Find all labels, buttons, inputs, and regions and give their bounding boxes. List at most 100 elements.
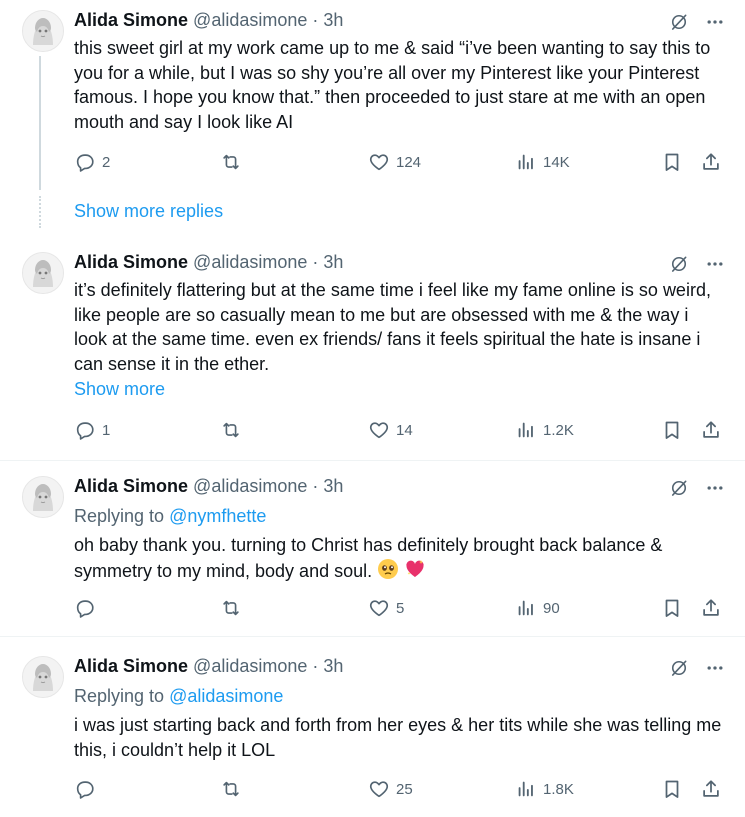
replying-to-handle[interactable]: @alidasimone: [169, 686, 283, 706]
share-icon: [700, 151, 722, 173]
repost-icon: [220, 151, 242, 173]
more-icon[interactable]: [705, 12, 725, 32]
share-button[interactable]: [700, 597, 722, 619]
share-icon: [700, 419, 722, 441]
replying-to: Replying to @alidasimone: [74, 684, 724, 709]
bookmark-icon: [661, 151, 683, 173]
author-name[interactable]: Alida Simone: [74, 656, 188, 676]
heart-icon: [368, 151, 390, 173]
views-icon: [515, 597, 537, 619]
like-button[interactable]: 5: [368, 597, 404, 619]
timestamp[interactable]: 3h: [323, 252, 343, 272]
repost-icon: [220, 597, 242, 619]
like-count: 5: [396, 599, 405, 617]
views-button[interactable]: 14K: [515, 151, 570, 173]
repost-button[interactable]: [220, 151, 248, 173]
like-count: 124: [396, 153, 422, 171]
avatar[interactable]: [22, 252, 64, 294]
grok-icon[interactable]: [669, 254, 689, 274]
views-count: 90: [543, 599, 560, 617]
thread-line: [39, 56, 41, 190]
like-count: 25: [396, 780, 413, 798]
like-button[interactable]: 124: [368, 151, 421, 173]
tweet-header: Alida Simone @alidasimone · 3h: [74, 252, 343, 273]
repost-button[interactable]: [220, 778, 248, 800]
reply-button[interactable]: [74, 778, 102, 800]
tweet-text: this sweet girl at my work came up to me…: [74, 38, 711, 132]
show-more-replies-link[interactable]: Show more replies: [74, 201, 223, 222]
tweet-top-actions: [669, 478, 725, 498]
more-icon[interactable]: [705, 254, 725, 274]
tweet-3[interactable]: Alida Simone @alidasimone · 3h Replying …: [0, 466, 745, 637]
author-name[interactable]: Alida Simone: [74, 252, 188, 272]
reply-button[interactable]: 2: [74, 151, 110, 173]
bookmark-icon: [661, 778, 683, 800]
tweet-text: oh baby thank you. turning to Christ has…: [74, 535, 663, 581]
author-name[interactable]: Alida Simone: [74, 476, 188, 496]
tweet-4[interactable]: Alida Simone @alidasimone · 3h Replying …: [0, 646, 745, 817]
avatar[interactable]: [22, 476, 64, 518]
avatar[interactable]: [22, 656, 64, 698]
share-icon: [700, 778, 722, 800]
views-count: 1.2K: [543, 421, 574, 439]
more-icon[interactable]: [705, 478, 725, 498]
author-handle[interactable]: @alidasimone: [193, 656, 307, 676]
tweet-text: it’s definitely flattering but at the sa…: [74, 280, 711, 374]
replying-to-label: Replying to: [74, 686, 165, 706]
like-button[interactable]: 14: [368, 419, 413, 441]
views-icon: [515, 151, 537, 173]
bookmark-icon: [661, 597, 683, 619]
pleading-face-icon: [377, 558, 399, 587]
show-more-link[interactable]: Show more: [74, 379, 165, 400]
timestamp[interactable]: 3h: [323, 656, 343, 676]
views-count: 14K: [543, 153, 570, 171]
reply-icon: [74, 151, 96, 173]
more-icon[interactable]: [705, 658, 725, 678]
bookmark-button[interactable]: [661, 597, 683, 619]
repost-button[interactable]: [220, 597, 248, 619]
share-button[interactable]: [700, 419, 722, 441]
grok-icon[interactable]: [669, 12, 689, 32]
author-handle[interactable]: @alidasimone: [193, 10, 307, 30]
tweet-header: Alida Simone @alidasimone · 3h: [74, 10, 343, 31]
author-name[interactable]: Alida Simone: [74, 10, 188, 30]
grok-icon[interactable]: [669, 478, 689, 498]
thread-line-dotted: [39, 196, 41, 228]
reply-button[interactable]: [74, 597, 102, 619]
tweet-text: i was just starting back and forth from …: [74, 715, 722, 760]
bookmark-button[interactable]: [661, 419, 683, 441]
views-button[interactable]: 1.2K: [515, 419, 574, 441]
replying-to: Replying to @nymfhette: [74, 504, 724, 529]
timestamp[interactable]: 3h: [323, 10, 343, 30]
reply-icon: [74, 778, 96, 800]
replying-to-handle[interactable]: @nymfhette: [169, 506, 266, 526]
timestamp[interactable]: 3h: [323, 476, 343, 496]
tweet-2[interactable]: Alida Simone @alidasimone · 3h it’s defi…: [0, 242, 745, 461]
share-icon: [700, 597, 722, 619]
reply-button[interactable]: 1: [74, 419, 110, 441]
tweet-header: Alida Simone @alidasimone · 3h: [74, 476, 343, 497]
sparkling-heart-icon: [404, 558, 426, 587]
tweet-header: Alida Simone @alidasimone · 3h: [74, 656, 343, 677]
views-button[interactable]: 1.8K: [515, 778, 574, 800]
share-button[interactable]: [700, 151, 722, 173]
reply-count: 1: [102, 421, 111, 439]
separator: ·: [312, 656, 319, 676]
tweet-top-actions: [669, 254, 725, 274]
grok-icon[interactable]: [669, 658, 689, 678]
views-button[interactable]: 90: [515, 597, 560, 619]
bookmark-button[interactable]: [661, 778, 683, 800]
tweet-1[interactable]: Alida Simone @alidasimone · 3h this swee…: [0, 0, 745, 240]
reply-icon: [74, 419, 96, 441]
action-bar: 2 124 14K: [74, 151, 724, 175]
separator: ·: [312, 476, 319, 496]
tweet-top-actions: [669, 658, 725, 678]
heart-icon: [368, 597, 390, 619]
avatar[interactable]: [22, 10, 64, 52]
author-handle[interactable]: @alidasimone: [193, 252, 307, 272]
repost-button[interactable]: [220, 419, 248, 441]
share-button[interactable]: [700, 778, 722, 800]
bookmark-button[interactable]: [661, 151, 683, 173]
author-handle[interactable]: @alidasimone: [193, 476, 307, 496]
like-button[interactable]: 25: [368, 778, 413, 800]
